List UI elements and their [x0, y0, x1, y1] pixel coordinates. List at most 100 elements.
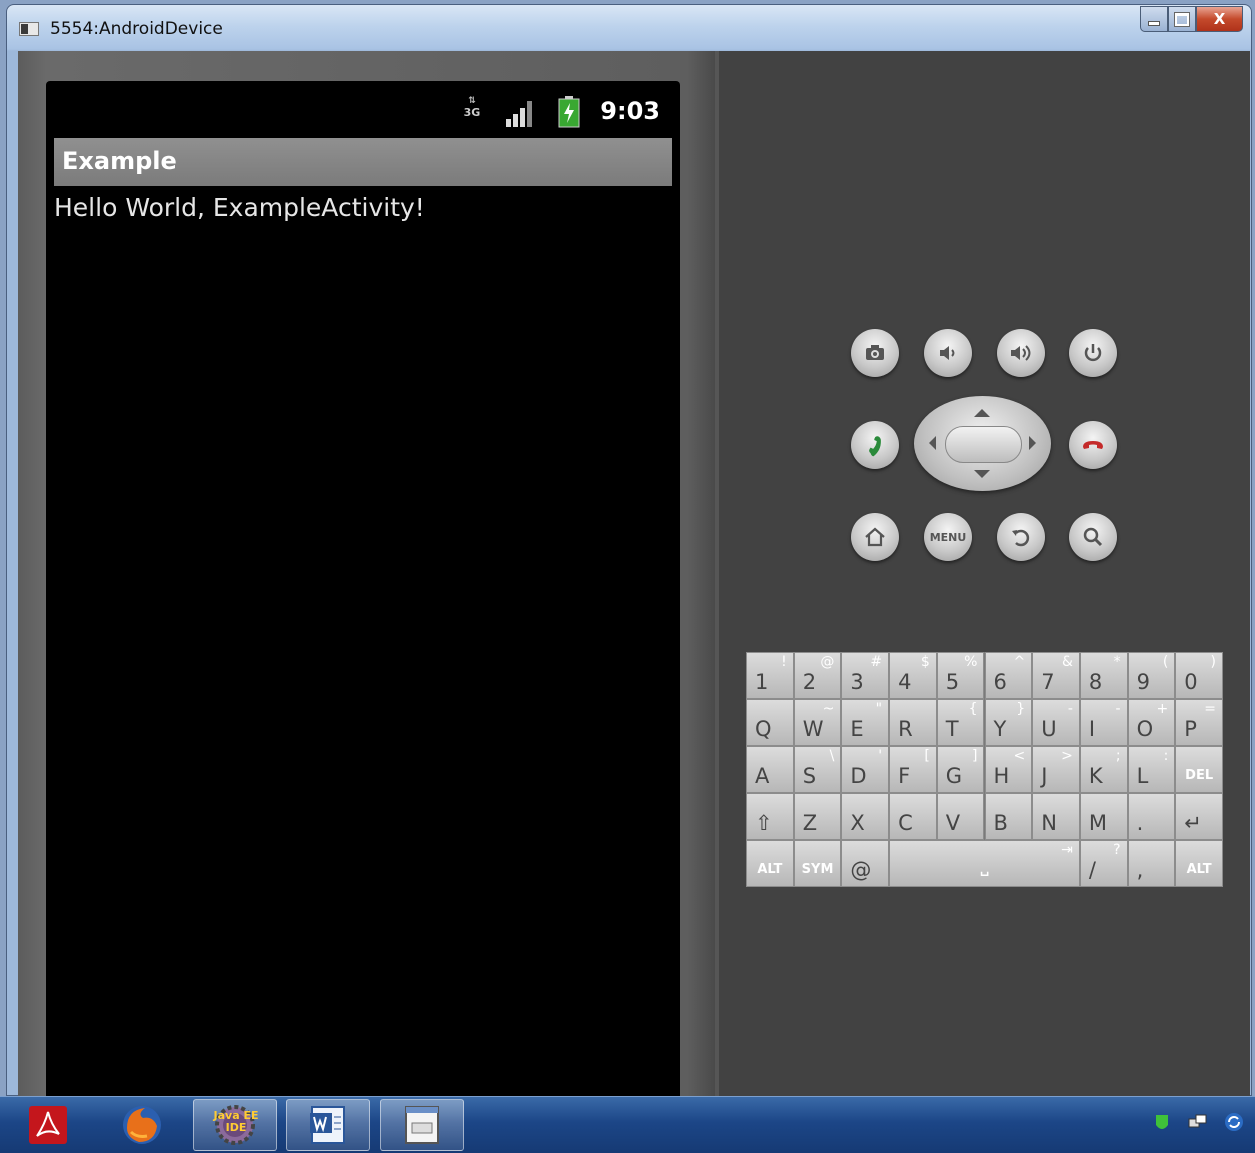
key-row1-2[interactable]: 3 #: [841, 652, 890, 699]
home-button[interactable]: [851, 513, 899, 561]
key-row1-4[interactable]: 5%: [936, 652, 985, 699]
key-row4-4[interactable]: V: [936, 793, 985, 840]
minimize-icon: [1148, 20, 1160, 26]
close-button[interactable]: X: [1196, 6, 1243, 32]
key-label: W: [802, 717, 824, 741]
key-row4-7[interactable]: M: [1079, 793, 1128, 840]
key-row4-6[interactable]: N: [1032, 793, 1080, 840]
key-label: K: [1088, 764, 1103, 788]
key-row2-1[interactable]: W ~: [793, 699, 842, 746]
key-row1-9[interactable]: 0): [1175, 652, 1223, 699]
shield-icon[interactable]: [1151, 1111, 1173, 1133]
key-row3-0[interactable]: A: [746, 746, 794, 793]
key-row4-2[interactable]: X: [841, 793, 890, 840]
search-button[interactable]: [1069, 513, 1117, 561]
emulator-window-icon: [405, 1106, 439, 1144]
dpad-down-icon[interactable]: [974, 470, 990, 478]
key-row3-7[interactable]: K;: [1079, 746, 1128, 793]
volume-up-button[interactable]: [997, 329, 1045, 377]
emulator-window: 5554:AndroidDevice X ⇅ 3G 9:03 Example H…: [6, 4, 1252, 1097]
key-row2-4[interactable]: T{: [936, 699, 985, 746]
key-row2-6[interactable]: U-: [1032, 699, 1080, 746]
minimize-button[interactable]: [1140, 6, 1168, 32]
call-button[interactable]: [851, 421, 899, 469]
menu-button[interactable]: MENU: [924, 513, 972, 561]
key-row2-8[interactable]: O +: [1127, 699, 1176, 746]
title-bar[interactable]: 5554:AndroidDevice X: [7, 5, 1251, 51]
firefox-icon: [123, 1106, 161, 1144]
key-row4-9[interactable]: ↵: [1175, 793, 1223, 840]
key-row3-4[interactable]: G]: [936, 746, 985, 793]
key-row1-0[interactable]: 1!: [746, 652, 794, 699]
key-label: V: [945, 811, 961, 835]
taskbar-firefox[interactable]: [100, 1099, 184, 1151]
device-screen[interactable]: ⇅ 3G 9:03 Example Hello World, ExampleAct…: [46, 81, 680, 1097]
volume-down-button[interactable]: [924, 329, 972, 377]
window-app-icon[interactable]: [19, 22, 39, 36]
key-row1-5[interactable]: 6 ^: [984, 652, 1033, 699]
key-row1-7[interactable]: 8 *: [1079, 652, 1128, 699]
comma-key[interactable]: ,: [1127, 840, 1176, 887]
back-button[interactable]: [997, 513, 1045, 561]
call-icon: [869, 436, 881, 457]
key-label: ,: [1136, 858, 1144, 882]
sync-icon[interactable]: [1223, 1111, 1245, 1133]
key-row2-2[interactable]: E ": [841, 699, 890, 746]
hardware-keyboard: 1! 2 @3 #4 $5% 6 ^ 7 & 8 * 9(0) Q W ~ E " R T{Y} U - I - O + P = A S…: [746, 652, 1223, 887]
key-row2-9[interactable]: P =: [1175, 699, 1223, 746]
at-key[interactable]: @: [841, 840, 890, 887]
key-alt-label: #: [870, 654, 883, 670]
key-row3-6[interactable]: J >: [1032, 746, 1080, 793]
dpad-center-button[interactable]: [945, 426, 1022, 463]
key-row3-8[interactable]: L:: [1127, 746, 1176, 793]
maximize-button[interactable]: [1168, 6, 1196, 32]
key-row1-8[interactable]: 9(: [1127, 652, 1176, 699]
key-row1-3[interactable]: 4 $: [889, 652, 937, 699]
system-tray: [1151, 1111, 1245, 1133]
app-title-bar: Example: [54, 138, 672, 186]
key-row2-5[interactable]: Y}: [984, 699, 1033, 746]
key-row3-1[interactable]: S \: [793, 746, 842, 793]
taskbar-adobe-reader[interactable]: [6, 1099, 90, 1151]
network-icon[interactable]: [1187, 1111, 1209, 1133]
key-label: M: [1088, 811, 1108, 835]
key-label: Q: [755, 717, 772, 741]
alt-right-key[interactable]: ALT: [1175, 840, 1223, 887]
taskbar-emulator[interactable]: [380, 1099, 464, 1151]
space-key[interactable]: ␣ ⇥: [889, 840, 1080, 887]
key-row3-3[interactable]: F[: [889, 746, 937, 793]
key-label: 4: [898, 670, 912, 694]
key-row1-1[interactable]: 2 @: [793, 652, 842, 699]
key-alt-label: @: [820, 654, 835, 670]
emulator-controls-panel: MENU 1! 2 @3 #4 $5% 6 ^ 7 & 8 * 9(0) Q W ~ E " R T{Y} U - I - O…: [715, 51, 1250, 1097]
key-row4-3[interactable]: C: [889, 793, 937, 840]
key-row1-6[interactable]: 7 &: [1032, 652, 1080, 699]
sym-key[interactable]: SYM: [793, 840, 842, 887]
key-row2-0[interactable]: Q: [746, 699, 794, 746]
key-row4-8[interactable]: .: [1127, 793, 1176, 840]
key-row2-3[interactable]: R: [889, 699, 937, 746]
key-row3-5[interactable]: H <: [984, 746, 1033, 793]
camera-button[interactable]: [851, 329, 899, 377]
key-row2-7[interactable]: I-: [1079, 699, 1128, 746]
dpad-up-icon[interactable]: [974, 409, 990, 417]
slash-key[interactable]: /?: [1079, 840, 1128, 887]
alt-left-key[interactable]: ALT: [746, 840, 794, 887]
key-alt-label: %: [964, 654, 978, 670]
key-row3-9[interactable]: DEL: [1175, 746, 1223, 793]
key-row4-5[interactable]: B: [984, 793, 1033, 840]
key-row4-0[interactable]: ⇧: [746, 793, 794, 840]
end-call-button[interactable]: [1069, 421, 1117, 469]
dpad[interactable]: [914, 396, 1051, 491]
key-row3-2[interactable]: D ': [841, 746, 890, 793]
key-label: 1: [755, 670, 769, 694]
taskbar-eclipse[interactable]: Java EE IDE: [193, 1099, 277, 1151]
power-icon: [1084, 344, 1102, 362]
tab-label: ⇥: [1061, 842, 1073, 858]
status-bar[interactable]: ⇅ 3G 9:03: [46, 81, 680, 138]
key-row4-1[interactable]: Z: [793, 793, 842, 840]
taskbar-word[interactable]: [286, 1099, 370, 1151]
power-button[interactable]: [1069, 329, 1117, 377]
dpad-left-icon[interactable]: [929, 436, 936, 450]
dpad-right-icon[interactable]: [1029, 436, 1036, 450]
